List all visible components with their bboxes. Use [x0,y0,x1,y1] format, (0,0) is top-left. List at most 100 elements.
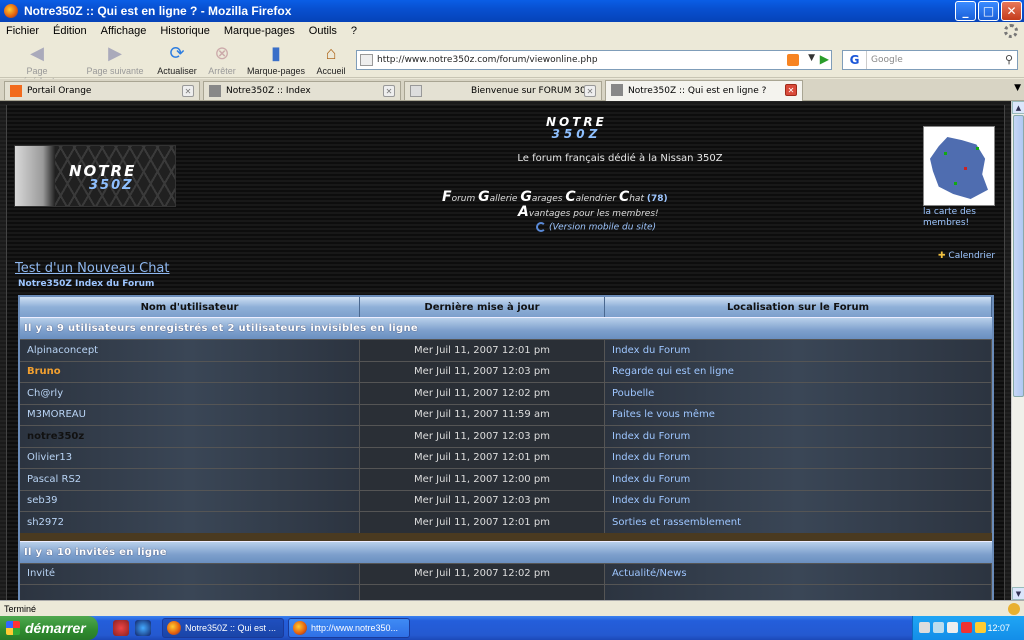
username-link[interactable]: Ch@rly [20,383,360,404]
site-logo[interactable]: NOTRE 350Z [14,145,176,207]
nav-galerie-link[interactable]: Gallerie [478,189,517,205]
location-link[interactable]: Actualité/News [605,563,992,584]
chat-title-link[interactable]: Test d'un Nouveau Chat [15,261,170,276]
menu-fichier[interactable]: Fichier [6,25,39,37]
tab-close-icon[interactable]: ✕ [182,85,194,97]
windows-logo-icon [6,621,20,635]
menu-affichage[interactable]: Affichage [101,25,147,37]
username-cell [20,585,360,600]
tab-close-icon[interactable]: ✕ [785,84,797,96]
location-link[interactable]: Regarde qui est en ligne [605,361,992,382]
scroll-down-icon[interactable]: ▼ [1012,587,1024,600]
go-arrow-icon[interactable]: ▶ [820,52,829,66]
taskbar-item-firefox-2[interactable]: http://www.notre350... [288,618,410,638]
table-row: Olivier13 Mer Juil 11, 2007 12:01 pm Ind… [20,446,992,468]
tray-app-icon[interactable] [975,622,986,633]
plus-icon: ✚ [938,251,946,261]
tab-close-icon[interactable]: ✕ [584,85,596,97]
stop-button[interactable]: ⊗ Arrêter [204,42,240,77]
nav-garages-link[interactable]: Garages [520,189,562,205]
username-link[interactable]: Olivier13 [20,447,360,468]
column-header-username: Nom d'utilisateur [20,297,360,317]
nav-chat-link[interactable]: Chat (78) [619,189,668,205]
menu-help[interactable]: ? [351,25,357,37]
last-update-cell: Mer Juil 11, 2007 12:00 pm [360,469,605,490]
username-link[interactable]: notre350z [20,426,360,447]
tab-page-icon [410,85,422,97]
menu-outils[interactable]: Outils [309,25,337,37]
quick-launch-icon[interactable] [113,620,129,636]
members-map-link[interactable]: la carte des membres! [923,207,1003,229]
taskbar-item-firefox[interactable]: Notre350Z :: Qui est ... [162,618,284,638]
ie-icon[interactable] [135,620,151,636]
bookmarks-button[interactable]: ▮ Marque-pages [246,42,306,77]
tab-close-icon[interactable]: ✕ [383,85,395,97]
nav-avantages-link[interactable]: Avantages pour les membres! [518,204,659,220]
username-link[interactable]: seb39 [20,490,360,511]
username-link[interactable]: Bruno [20,361,360,382]
location-link[interactable]: Index du Forum [605,340,992,361]
menu-marque-pages[interactable]: Marque-pages [224,25,295,37]
username-link[interactable]: Pascal RS2 [20,469,360,490]
username-link[interactable]: sh2972 [20,512,360,533]
windows-taskbar: démarrer Notre350Z :: Qui est ... http:/… [0,616,1024,640]
search-icon[interactable]: ⚲ [1005,53,1013,66]
last-update-cell: Mer Juil 11, 2007 12:03 pm [360,426,605,447]
tab-list-dropdown-icon[interactable]: ▼ [1014,83,1021,93]
tab-notre350z-index[interactable]: Notre350Z :: Index ✕ [203,81,401,100]
location-link[interactable]: Poubelle [605,383,992,404]
tab-label: Bienvenue sur FORUM 30... [471,86,595,96]
map-marker-icon [964,167,967,170]
section-divider [20,532,992,541]
location-link[interactable]: Index du Forum [605,426,992,447]
menu-edition[interactable]: Édition [53,25,87,37]
window-titlebar[interactable]: Notre350Z :: Qui est en ligne ? - Mozill… [0,0,1024,22]
rss-feed-icon[interactable] [787,54,799,66]
location-link[interactable]: Index du Forum [605,447,992,468]
clock[interactable]: 12:07 [987,623,1010,633]
vertical-scrollbar[interactable]: ▲ ▼ [1011,101,1024,600]
nav-avantages-label: vantages pour les membres! [528,209,659,219]
search-engine-icon[interactable]: G [843,51,867,69]
close-button[interactable]: ✕ [1001,1,1022,21]
search-input[interactable]: G Google ⚲ [842,50,1018,70]
minimize-button[interactable]: _ [955,1,976,21]
bookmarks-icon: ▮ [271,42,281,63]
nav-calendrier-link[interactable]: Calendrier [565,189,616,205]
display-icon[interactable] [947,622,958,633]
tab-label: Notre350Z :: Index [226,86,311,96]
mobile-version-link[interactable]: (Version mobile du site) [536,222,656,233]
menu-historique[interactable]: Historique [160,25,210,37]
table-row: Bruno Mer Juil 11, 2007 12:03 pm Regarde… [20,360,992,382]
maximize-button[interactable]: □ [978,1,999,21]
url-bar[interactable]: http://www.notre350z.com/forum/viewonlin… [356,50,832,70]
url-dropdown-icon[interactable]: ▼ [808,53,815,63]
home-button[interactable]: ⌂ Accueil [316,42,346,77]
header-logo[interactable]: NOTRE 350Z [546,115,607,141]
start-button[interactable]: démarrer [0,616,98,640]
mobile-version-label: (Version mobile du site) [549,222,657,233]
volume-icon[interactable] [933,622,944,633]
location-link[interactable]: Index du Forum [605,469,992,490]
network-icon[interactable] [919,622,930,633]
breadcrumb[interactable]: Notre350Z Index du Forum [18,279,154,289]
forward-button[interactable]: ▶ Page suivante [84,42,146,77]
location-link[interactable]: Sorties et rassemblement [605,512,992,533]
tab-qui-est-en-ligne[interactable]: Notre350Z :: Qui est en ligne ? ✕ [605,80,803,101]
tab-portail-orange[interactable]: Portail Orange ✕ [4,81,200,100]
username-link[interactable]: M3MOREAU [20,404,360,425]
location-link[interactable]: Faites le vous même [605,404,992,425]
tab-bienvenue-forum[interactable]: Bienvenue sur FORUM 30... ✕ [404,81,602,100]
ati-icon[interactable] [961,622,972,633]
members-map-image[interactable] [923,126,995,206]
scroll-up-icon[interactable]: ▲ [1012,101,1024,114]
nav-forum-link[interactable]: Forum [442,189,475,205]
firefox-icon [293,621,307,635]
location-link[interactable]: Index du Forum [605,490,992,511]
username-link[interactable]: Alpinaconcept [20,340,360,361]
reload-button[interactable]: ⟳ Actualiser [156,42,198,77]
calendar-link[interactable]: ✚ Calendrier [938,251,995,261]
table-row: Pascal RS2 Mer Juil 11, 2007 12:00 pm In… [20,468,992,490]
scrollbar-thumb[interactable] [1013,115,1024,397]
france-map-shape [930,137,988,199]
